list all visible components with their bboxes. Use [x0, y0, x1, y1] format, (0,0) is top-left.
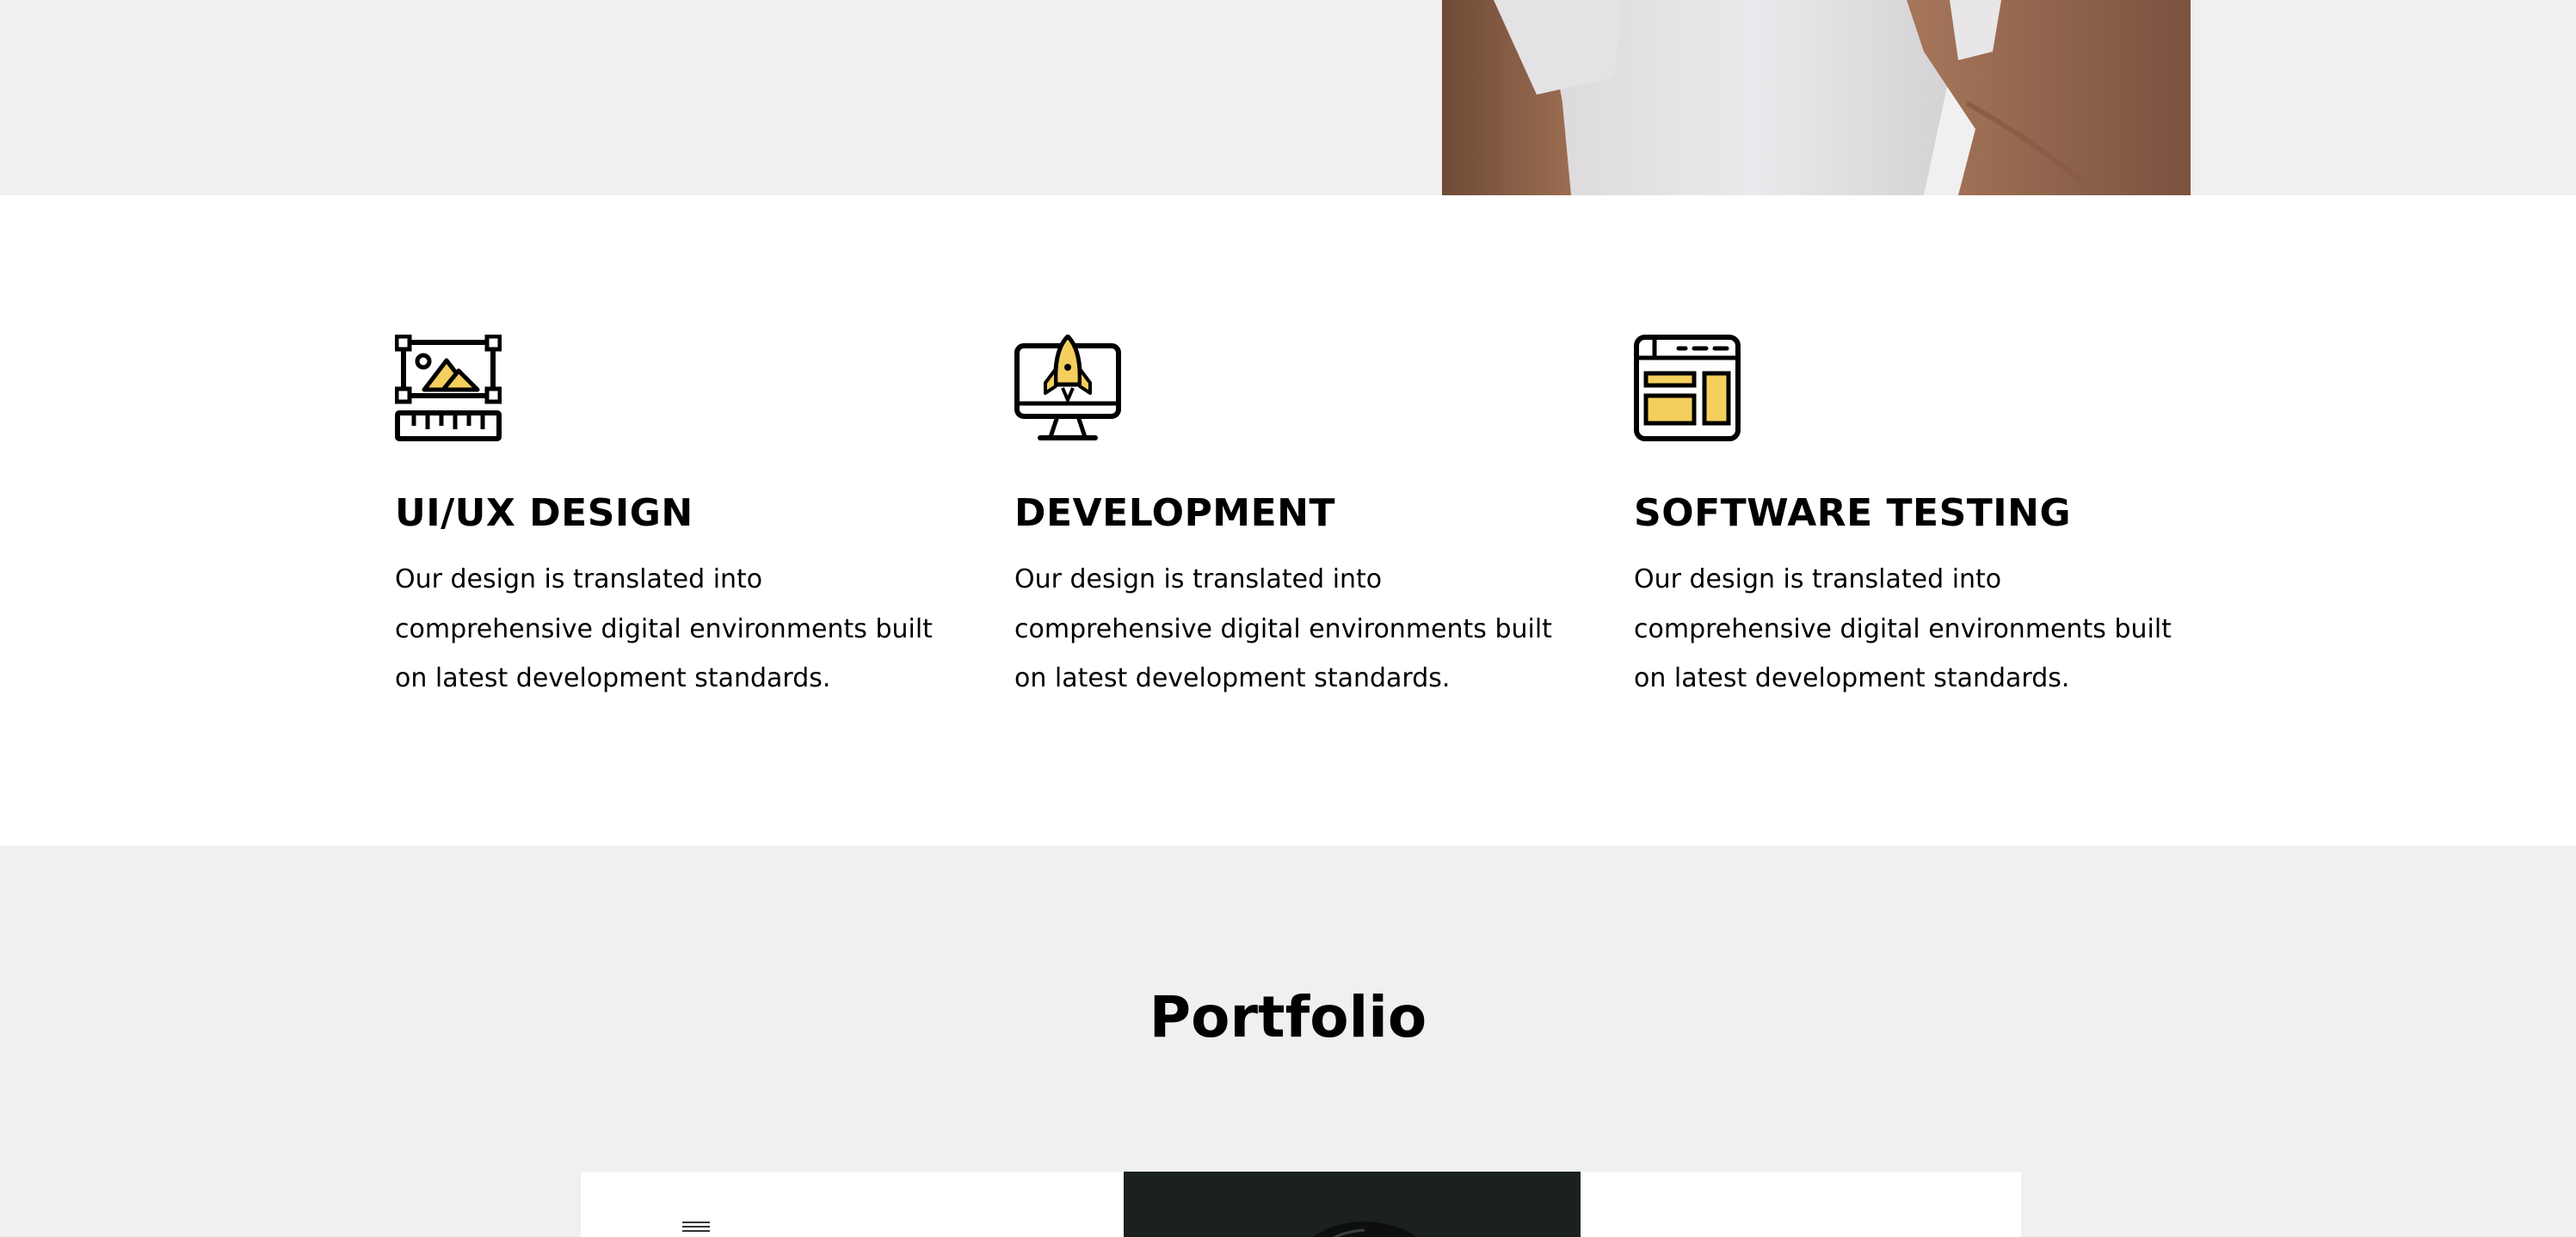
portfolio-preview-photo: [1124, 1172, 1581, 1237]
hamburger-menu-icon[interactable]: [682, 1222, 710, 1235]
design-frame-ruler-icon: [395, 335, 502, 441]
service-description: Our design is translated into comprehens…: [1014, 564, 1552, 693]
portfolio-preview-card[interactable]: [581, 1172, 2021, 1237]
browser-layout-icon: [1634, 335, 1741, 441]
service-description: Our design is translated into comprehens…: [395, 564, 933, 693]
service-title: SOFTWARE TESTING: [1634, 491, 2072, 535]
service-card-ui-ux-design: UI/UX DESIGN Our design is translated in…: [395, 335, 963, 704]
services-section: UI/UX DESIGN Our design is translated in…: [0, 195, 2576, 846]
monitor-rocket-icon: [1014, 335, 1121, 440]
service-title: DEVELOPMENT: [1014, 491, 1335, 535]
service-description: Our design is translated into comprehens…: [1634, 564, 2172, 693]
service-title: UI/UX DESIGN: [395, 491, 693, 535]
hero-photo: [1442, 0, 2191, 195]
service-card-development: DEVELOPMENT Our design is translated int…: [1014, 335, 1582, 704]
service-card-software-testing: SOFTWARE TESTING Our design is translate…: [1634, 335, 2202, 704]
portfolio-section: Portfolio: [0, 846, 2576, 1237]
portfolio-title: Portfolio: [1149, 984, 1427, 1050]
hero-section: [0, 0, 2576, 195]
